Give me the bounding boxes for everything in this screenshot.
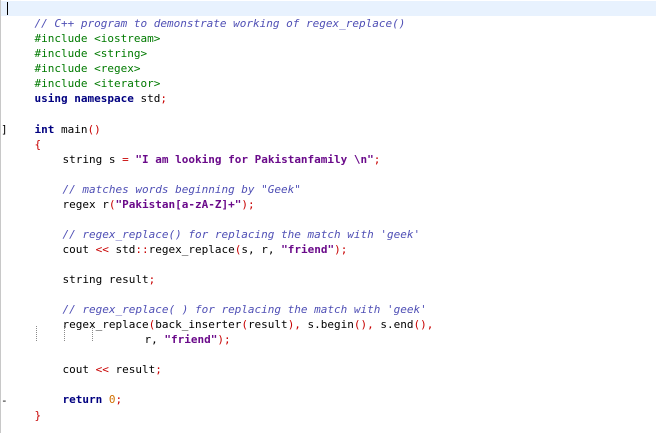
code-line-open-brace[interactable]: {: [8, 122, 42, 151]
identifier: result: [108, 363, 156, 376]
declaration: string result: [62, 273, 149, 286]
keyword: return: [62, 393, 103, 406]
code-line-using[interactable]: using namespace std;: [8, 76, 167, 105]
semicolon: ;: [373, 153, 381, 166]
semicolon: ;: [148, 273, 156, 286]
gutter-border: [0, 0, 1, 433]
code-line-close-brace[interactable]: }: [8, 393, 42, 422]
code-line-string-result[interactable]: string result;: [36, 257, 156, 286]
arguments: s, r,: [241, 243, 282, 256]
function-name: regex_replace: [148, 243, 235, 256]
code-line-cout-result[interactable]: cout << result;: [36, 347, 162, 376]
identifier: cout: [62, 363, 96, 376]
code-line-include[interactable]: #include <iterator>: [8, 61, 161, 90]
function-name: main: [54, 123, 88, 136]
code-line-include[interactable]: #include <string>: [8, 31, 148, 60]
code-line-comment[interactable]: // regex_replace( ) for replacing the ma…: [36, 287, 427, 316]
keyword: using namespace: [34, 92, 134, 105]
paren-semicolon: );: [241, 198, 255, 211]
operator: <<: [95, 243, 109, 256]
code-line-include[interactable]: #include <regex>: [8, 46, 141, 75]
code-line-string-decl[interactable]: string s = "I am looking for Pakistanfam…: [36, 137, 381, 166]
string-literal: "I am looking for Pakistanfamily \n": [128, 153, 374, 166]
arguments: r,: [144, 333, 165, 346]
identifier: cout: [62, 243, 96, 256]
code-line-main-signature[interactable]: int main(): [8, 107, 101, 136]
identifier: result: [247, 318, 288, 331]
operator: =: [122, 153, 129, 166]
identifier: s.end: [373, 318, 414, 331]
code-editor[interactable]: ] - // C++ program to demonstrate workin…: [0, 0, 656, 433]
operator: <<: [95, 363, 109, 376]
identifier: s.begin: [300, 318, 354, 331]
identifier: std: [108, 243, 136, 256]
scope-operator: ::: [135, 243, 149, 256]
close-brace: }: [34, 409, 42, 422]
number-literal: 0: [102, 393, 116, 406]
string-literal: "friend": [164, 333, 218, 346]
identifier: s: [102, 153, 123, 166]
paren-semicolon: );: [334, 243, 348, 256]
identifier: std: [133, 92, 161, 105]
string-literal: "friend": [281, 243, 335, 256]
code-line-return[interactable]: return 0;: [36, 377, 123, 406]
semicolon: ;: [155, 363, 162, 376]
code-line-comment-header[interactable]: // C++ program to demonstrate working of…: [8, 1, 406, 30]
type: string: [62, 153, 103, 166]
code-line-cout-replace[interactable]: cout << std::regex_replace(s, r, "friend…: [36, 227, 348, 256]
string-literal: "Pakistan[a-zA-Z]+": [115, 198, 242, 211]
regex-decl: regex r: [62, 198, 109, 211]
semicolon: ;: [115, 393, 123, 406]
code-line-regex-replace-args[interactable]: r, "friend");: [118, 317, 231, 346]
paren: (: [241, 318, 248, 331]
code-line-regex-replace-call[interactable]: regex_replace(back_inserter(result), s.b…: [36, 302, 434, 331]
paren-semicolon: );: [217, 333, 231, 346]
code-line-comment[interactable]: // matches words beginning by "Geek": [36, 167, 301, 196]
semicolon: ;: [160, 92, 167, 105]
parentheses: (): [87, 123, 101, 136]
code-line-comment[interactable]: // regex_replace() for replacing the mat…: [36, 212, 421, 241]
code-line-regex-decl[interactable]: regex r("Pakistan[a-zA-Z]+");: [36, 182, 255, 211]
code-line-include[interactable]: #include <iostream>: [8, 16, 161, 45]
